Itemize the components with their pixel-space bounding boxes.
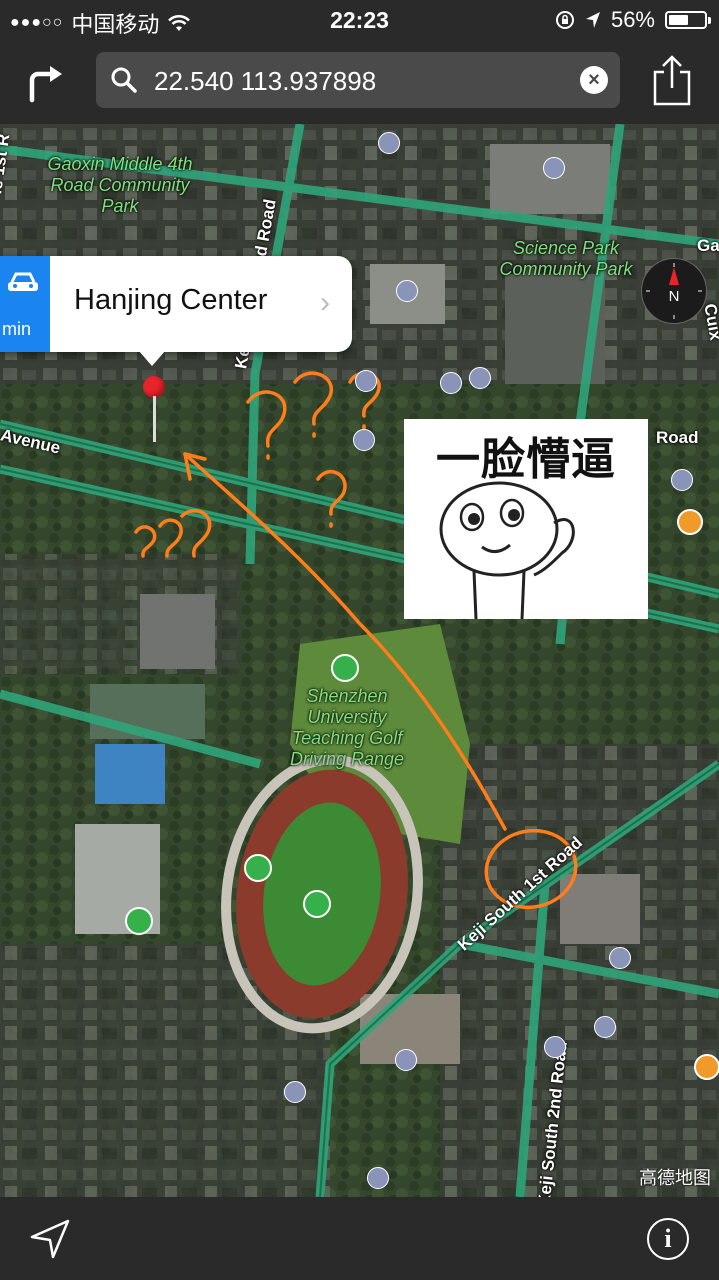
lock-rotation-icon bbox=[555, 11, 574, 29]
location-services-icon bbox=[585, 12, 600, 28]
map-provider-logo: 高德地图 bbox=[639, 1168, 711, 1188]
road-label-right-edge-ga: Ga bbox=[697, 236, 719, 255]
building-poi-icon[interactable] bbox=[671, 469, 693, 491]
building-poi-icon[interactable] bbox=[284, 1081, 306, 1103]
map-pin-icon[interactable] bbox=[143, 376, 165, 398]
place-callout[interactable]: min Hanjing Center › bbox=[0, 256, 352, 352]
building-poi-icon[interactable] bbox=[544, 1036, 566, 1058]
sports-poi-icon[interactable] bbox=[244, 854, 272, 882]
status-bar: ●●●○○ 中国移动 22:23 56% bbox=[0, 0, 719, 40]
search-input[interactable] bbox=[152, 62, 576, 100]
building-poi-icon[interactable] bbox=[594, 1016, 616, 1038]
place-label-golf-range: Shenzhen University Teaching Golf Drivin… bbox=[289, 686, 405, 769]
search-icon bbox=[111, 67, 137, 93]
confused-face-icon bbox=[439, 481, 575, 619]
drive-time-button[interactable]: min bbox=[0, 256, 50, 352]
stadium-poi-icon[interactable] bbox=[125, 907, 153, 935]
building-poi-icon[interactable] bbox=[395, 1049, 417, 1071]
road-label-road-right: Road bbox=[656, 428, 699, 447]
meme-sticker: 一脸懵逼 bbox=[404, 419, 648, 619]
building-poi-icon[interactable] bbox=[353, 429, 375, 451]
location-arrow-icon[interactable] bbox=[28, 1217, 72, 1261]
drive-time-label: min bbox=[2, 319, 32, 339]
compass-icon[interactable]: N bbox=[641, 258, 707, 324]
info-icon[interactable]: i bbox=[647, 1218, 689, 1260]
search-bar[interactable]: × bbox=[96, 52, 620, 108]
battery-icon bbox=[665, 11, 711, 29]
stadium-poi-icon[interactable] bbox=[303, 890, 331, 918]
compass-north-label: N bbox=[668, 288, 680, 305]
golf-poi-icon[interactable] bbox=[331, 654, 359, 682]
shopping-poi-icon[interactable] bbox=[677, 509, 703, 535]
building-poi-icon[interactable] bbox=[396, 280, 418, 302]
building-poi-icon[interactable] bbox=[469, 367, 491, 389]
place-label-science-park: Science Park Community Park bbox=[499, 238, 633, 279]
building-poi-icon[interactable] bbox=[367, 1167, 389, 1189]
top-toolbar: × bbox=[0, 40, 719, 124]
building-poi-icon[interactable] bbox=[609, 947, 631, 969]
chevron-right-icon[interactable]: › bbox=[320, 286, 330, 320]
place-title: Hanjing Center bbox=[74, 284, 268, 316]
callout-tail bbox=[138, 350, 166, 366]
place-label-gaoxin-park: Gaoxin Middle 4th Road Community Park bbox=[47, 154, 193, 216]
directions-arrow-icon[interactable] bbox=[22, 58, 68, 104]
satellite-map[interactable]: Gaoxin Middle 4th Road Community Park Sc… bbox=[0, 124, 719, 1197]
meme-caption: 一脸懵逼 bbox=[436, 435, 616, 484]
building-poi-icon[interactable] bbox=[378, 132, 400, 154]
share-icon[interactable] bbox=[651, 54, 693, 108]
car-icon bbox=[8, 272, 38, 291]
building-poi-icon[interactable] bbox=[440, 372, 462, 394]
building-poi-icon[interactable] bbox=[355, 370, 377, 392]
building-poi-icon[interactable] bbox=[543, 157, 565, 179]
bottom-toolbar: i bbox=[0, 1197, 719, 1280]
place-poi-icon[interactable] bbox=[694, 1054, 719, 1080]
clear-icon[interactable]: × bbox=[580, 66, 608, 94]
battery-percent: 56% bbox=[610, 7, 655, 32]
map-pin-stick bbox=[152, 396, 156, 442]
